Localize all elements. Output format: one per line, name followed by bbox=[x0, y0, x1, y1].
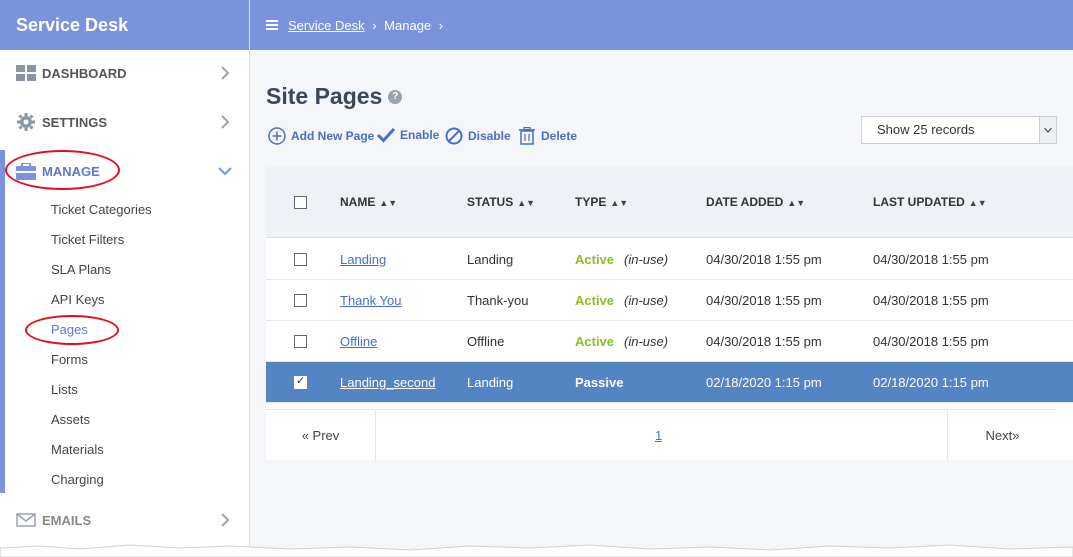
next-page-button[interactable]: Next» bbox=[947, 410, 1057, 461]
chevron-down-icon bbox=[218, 167, 232, 176]
chevron-down-icon bbox=[1039, 117, 1056, 143]
page-status: Thank-you bbox=[467, 293, 529, 308]
row-checkbox-checked[interactable] bbox=[294, 374, 307, 389]
page-date-added: 04/30/2018 1:55 pm bbox=[706, 293, 822, 308]
page-last-updated: 04/30/2018 1:55 pm bbox=[873, 252, 989, 267]
enable-label: Enable bbox=[400, 128, 440, 142]
annotation-ellipse-pages bbox=[25, 315, 119, 345]
column-header-date-added[interactable]: DATE ADDED ▲▼ bbox=[706, 195, 805, 209]
table-row[interactable]: Landing Landing Active (in-use) 04/30/201… bbox=[266, 239, 1073, 280]
breadcrumb-manage: Manage bbox=[384, 17, 432, 33]
sidebar-item-charging[interactable]: Charging bbox=[51, 472, 104, 487]
page-status: Offline bbox=[467, 334, 505, 349]
table-row[interactable]: Offline Offline Active (in-use) 04/30/201… bbox=[266, 321, 1073, 362]
add-new-page-label: Add New Page bbox=[291, 129, 375, 143]
page-name-link[interactable]: Offline bbox=[340, 334, 377, 349]
breadcrumb-service-desk[interactable]: Service Desk bbox=[288, 18, 365, 33]
nav-dashboard-label: DASHBOARD bbox=[42, 65, 127, 81]
trash-icon bbox=[519, 127, 535, 145]
nav-settings[interactable]: SETTINGS bbox=[0, 110, 249, 134]
delete-button[interactable]: Delete bbox=[518, 127, 577, 145]
page-status: Landing bbox=[467, 375, 514, 390]
sidebar: Service Desk DASHBOARD SETTINGS MANAGE T… bbox=[0, 0, 250, 557]
brand-title[interactable]: Service Desk bbox=[0, 0, 249, 50]
prev-page-button[interactable]: « Prev bbox=[266, 410, 376, 461]
ban-icon bbox=[445, 127, 463, 145]
breadcrumb: Service Desk › Manage › bbox=[288, 18, 447, 33]
page-date-added: 04/30/2018 1:55 pm bbox=[706, 252, 822, 267]
row-checkbox[interactable] bbox=[294, 253, 307, 266]
breadcrumb-separator-icon: › bbox=[372, 17, 377, 33]
sort-icon: ▲▼ bbox=[610, 198, 629, 208]
page-name-link[interactable]: Thank You bbox=[340, 293, 401, 308]
dashboard-icon bbox=[16, 64, 36, 82]
checkmark-icon bbox=[377, 127, 395, 143]
table-row[interactable]: Thank You Thank-you Active (in-use) 04/30… bbox=[266, 280, 1073, 321]
row-checkbox[interactable] bbox=[294, 294, 307, 307]
page-last-updated: 04/30/2018 1:55 pm bbox=[873, 334, 989, 349]
sort-icon: ▲▼ bbox=[517, 198, 536, 208]
torn-edge-decoration bbox=[0, 544, 1073, 557]
page-type: Active (in-use) bbox=[575, 252, 669, 267]
nav-emails-label: EMAILS bbox=[42, 512, 92, 528]
page-number-link[interactable]: 1 bbox=[655, 428, 662, 443]
disable-label: Disable bbox=[468, 129, 511, 143]
enable-button[interactable]: Enable bbox=[377, 127, 439, 143]
page-last-updated: 04/30/2018 1:55 pm bbox=[873, 293, 989, 308]
main-content: Site Pages ? Add New Page Enable Disable… bbox=[250, 50, 1073, 557]
delete-label: Delete bbox=[541, 129, 578, 143]
page-title: Site Pages ? bbox=[266, 83, 403, 110]
sort-icon: ▲▼ bbox=[379, 198, 398, 208]
active-section-indicator bbox=[0, 150, 5, 493]
sidebar-item-sla-plans[interactable]: SLA Plans bbox=[51, 262, 111, 277]
annotation-ellipse-manage bbox=[5, 150, 120, 190]
column-header-type[interactable]: TYPE ▲▼ bbox=[575, 195, 628, 209]
sidebar-item-ticket-filters[interactable]: Ticket Filters bbox=[51, 232, 124, 247]
column-header-status[interactable]: STATUS ▲▼ bbox=[467, 195, 535, 209]
page-date-added: 02/18/2020 1:15 pm bbox=[706, 375, 822, 390]
sidebar-item-forms[interactable]: Forms bbox=[51, 352, 88, 367]
column-header-name[interactable]: NAME ▲▼ bbox=[340, 195, 397, 209]
records-per-page-value: Show 25 records bbox=[877, 122, 975, 137]
sort-icon: ▲▼ bbox=[787, 198, 806, 208]
sort-icon: ▲▼ bbox=[968, 198, 987, 208]
sidebar-item-ticket-categories[interactable]: Ticket Categories bbox=[51, 202, 152, 217]
table-header: NAME ▲▼ STATUS ▲▼ TYPE ▲▼ DATE ADDED ▲▼ LAST… bbox=[266, 167, 1073, 238]
sidebar-item-assets[interactable]: Assets bbox=[51, 412, 90, 427]
nav-emails[interactable]: EMAILS bbox=[0, 508, 249, 532]
sidebar-item-materials[interactable]: Materials bbox=[51, 442, 104, 457]
pagination: « Prev 1 Next» bbox=[266, 409, 1057, 461]
page-type: Passive bbox=[575, 375, 624, 390]
nav-dashboard[interactable]: DASHBOARD bbox=[0, 61, 249, 85]
disable-button[interactable]: Disable bbox=[445, 127, 511, 145]
breadcrumb-separator-icon: › bbox=[438, 17, 444, 33]
chevron-right-icon bbox=[221, 66, 230, 80]
page-type: Active (in-use) bbox=[575, 334, 669, 349]
page-name-link[interactable]: Landing bbox=[340, 252, 386, 267]
hamburger-menu-icon[interactable] bbox=[266, 18, 278, 33]
page-last-updated: 02/18/2020 1:15 pm bbox=[873, 375, 989, 390]
help-icon[interactable]: ? bbox=[388, 89, 403, 104]
chevron-right-icon bbox=[221, 513, 230, 527]
records-per-page-select[interactable]: Show 25 records bbox=[861, 116, 1057, 144]
sidebar-item-api-keys[interactable]: API Keys bbox=[51, 292, 104, 307]
top-header: Service Desk › Manage › bbox=[250, 0, 1073, 50]
page-status: Landing bbox=[467, 252, 514, 267]
add-new-page-button[interactable]: Add New Page bbox=[268, 127, 374, 145]
table-row-selected[interactable]: Landing_second Landing Passive 02/18/202… bbox=[266, 362, 1073, 403]
page-type: Active (in-use) bbox=[575, 293, 669, 308]
page-date-added: 04/30/2018 1:55 pm bbox=[706, 334, 822, 349]
column-header-last-updated[interactable]: LAST UPDATED ▲▼ bbox=[873, 195, 987, 209]
gear-icon bbox=[16, 113, 36, 131]
nav-settings-label: SETTINGS bbox=[42, 114, 108, 130]
select-all-checkbox[interactable] bbox=[294, 196, 307, 209]
page-title-text: Site Pages bbox=[266, 83, 383, 109]
page-name-link[interactable]: Landing_second bbox=[340, 375, 435, 390]
row-checkbox[interactable] bbox=[294, 335, 307, 348]
envelope-icon bbox=[16, 511, 36, 529]
plus-circle-icon bbox=[268, 127, 286, 145]
sidebar-item-lists[interactable]: Lists bbox=[51, 382, 78, 397]
chevron-right-icon bbox=[221, 115, 230, 129]
